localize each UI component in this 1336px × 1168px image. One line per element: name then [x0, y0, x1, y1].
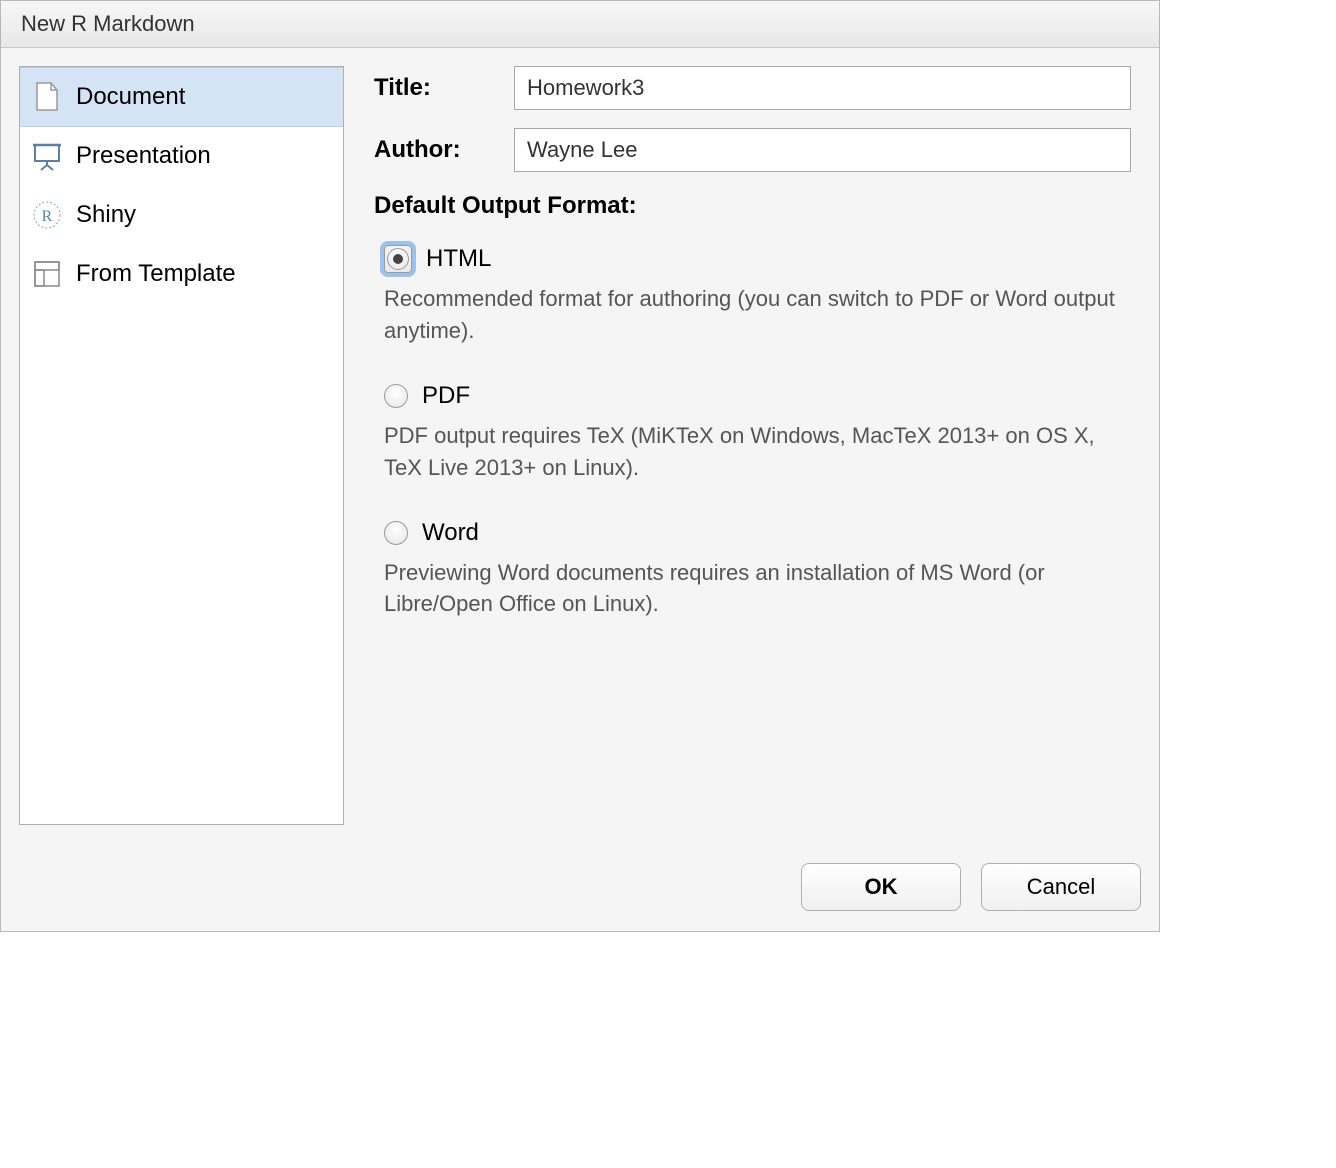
presentation-icon — [32, 141, 62, 171]
dialog-body: Document Presentation — [1, 48, 1159, 843]
sidebar-item-label: Presentation — [76, 142, 211, 170]
sidebar-item-shiny[interactable]: R Shiny — [20, 186, 343, 245]
output-format-group: HTML Recommended format for authoring (y… — [384, 245, 1131, 620]
shiny-icon: R — [32, 200, 62, 230]
radio-button-html[interactable] — [384, 245, 412, 273]
sidebar-item-from-template[interactable]: From Template — [20, 245, 343, 304]
radio-desc-pdf: PDF output requires TeX (MiKTeX on Windo… — [384, 420, 1131, 484]
new-r-markdown-dialog: New R Markdown Document — [0, 0, 1160, 932]
dialog-title: New R Markdown — [21, 11, 195, 36]
radio-row-pdf[interactable]: PDF — [384, 382, 1131, 410]
author-label: Author: — [374, 136, 514, 164]
sidebar-item-document[interactable]: Document — [20, 67, 343, 127]
dialog-button-row: OK Cancel — [1, 843, 1159, 931]
radio-button-word[interactable] — [384, 521, 408, 545]
svg-text:R: R — [42, 208, 53, 225]
main-panel: Title: Author: Default Output Format: HT… — [374, 66, 1141, 825]
sidebar-item-label: From Template — [76, 260, 236, 288]
document-icon — [32, 82, 62, 112]
radio-label-pdf: PDF — [422, 382, 470, 410]
author-row: Author: — [374, 128, 1131, 172]
radio-label-word: Word — [422, 519, 479, 547]
title-input[interactable] — [514, 66, 1131, 110]
radio-desc-word: Previewing Word documents requires an in… — [384, 557, 1131, 621]
radio-label-html: HTML — [426, 245, 491, 273]
radio-desc-html: Recommended format for authoring (you ca… — [384, 283, 1131, 347]
radio-option-pdf: PDF PDF output requires TeX (MiKTeX on W… — [384, 382, 1131, 484]
template-icon — [32, 259, 62, 289]
title-row: Title: — [374, 66, 1131, 110]
cancel-button[interactable]: Cancel — [981, 863, 1141, 911]
sidebar-item-label: Shiny — [76, 201, 136, 229]
sidebar-spacer — [20, 304, 343, 824]
title-label: Title: — [374, 74, 514, 102]
radio-option-word: Word Previewing Word documents requires … — [384, 519, 1131, 621]
radio-button-pdf[interactable] — [384, 384, 408, 408]
radio-row-html[interactable]: HTML — [384, 245, 1131, 273]
radio-option-html: HTML Recommended format for authoring (y… — [384, 245, 1131, 347]
ok-button[interactable]: OK — [801, 863, 961, 911]
author-input[interactable] — [514, 128, 1131, 172]
dialog-titlebar: New R Markdown — [1, 1, 1159, 48]
template-sidebar: Document Presentation — [19, 66, 344, 825]
sidebar-item-label: Document — [76, 83, 185, 111]
radio-row-word[interactable]: Word — [384, 519, 1131, 547]
output-format-header: Default Output Format: — [374, 192, 1131, 220]
sidebar-item-presentation[interactable]: Presentation — [20, 127, 343, 186]
